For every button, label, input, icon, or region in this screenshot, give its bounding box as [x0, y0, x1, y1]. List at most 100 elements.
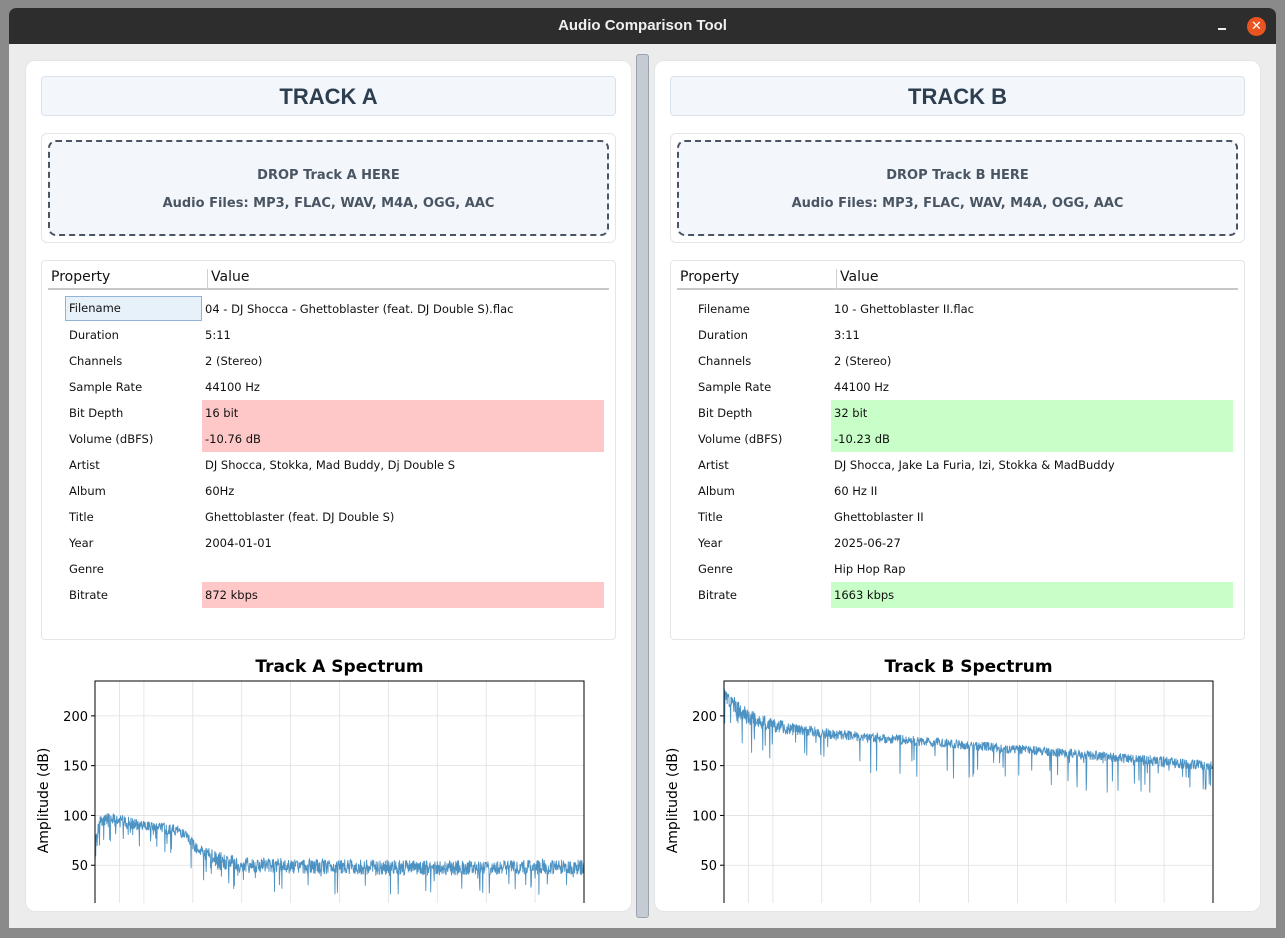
- property-cell[interactable]: Channels: [68, 348, 202, 374]
- value-cell[interactable]: -10.76 dB: [202, 426, 604, 452]
- property-cell[interactable]: Album: [697, 478, 831, 504]
- chart-title: Track B Spectrum: [884, 657, 1052, 677]
- property-cell[interactable]: Title: [697, 504, 831, 530]
- value-cell[interactable]: DJ Shocca, Stokka, Mad Buddy, Dj Double …: [202, 452, 604, 478]
- drop-zone-title: DROP Track A HERE: [257, 168, 400, 183]
- track-a-spectrum: Track A Spectrum01k2k4k6k8k10k12k14k16k1…: [26, 648, 633, 903]
- property-cell[interactable]: Artist: [68, 452, 202, 478]
- value-cell[interactable]: 16 bit: [202, 400, 604, 426]
- table-row[interactable]: Sample Rate 44100 Hz: [671, 374, 1246, 400]
- property-cell[interactable]: Album: [68, 478, 202, 504]
- property-cell[interactable]: Title: [68, 504, 202, 530]
- value-cell[interactable]: 44100 Hz: [202, 374, 604, 400]
- y-tick-label: 100: [63, 809, 88, 824]
- property-cell[interactable]: Artist: [697, 452, 831, 478]
- property-cell[interactable]: Duration: [697, 322, 831, 348]
- table-row[interactable]: Filename 04 - DJ Shocca - Ghettoblaster (…: [42, 296, 617, 322]
- table-row[interactable]: Bit Depth 16 bit: [42, 400, 617, 426]
- table-row[interactable]: Year 2004-01-01: [42, 530, 617, 556]
- value-cell[interactable]: 32 bit: [831, 400, 1233, 426]
- track-b-properties-table: Property Value Filename 10 - Ghettoblaste…: [670, 260, 1245, 640]
- property-cell[interactable]: Filename: [697, 296, 831, 322]
- value-cell[interactable]: 60Hz: [202, 478, 604, 504]
- value-cell[interactable]: 10 - Ghettoblaster II.flac: [831, 296, 1233, 322]
- value-cell[interactable]: [202, 556, 604, 582]
- y-tick-label: 150: [692, 760, 717, 775]
- table-row[interactable]: Bitrate 872 kbps: [42, 582, 617, 608]
- table-row[interactable]: Channels 2 (Stereo): [42, 348, 617, 374]
- table-row[interactable]: Title Ghettoblaster II: [671, 504, 1246, 530]
- value-cell[interactable]: 2 (Stereo): [202, 348, 604, 374]
- table-row[interactable]: Channels 2 (Stereo): [671, 348, 1246, 374]
- property-cell[interactable]: Sample Rate: [68, 374, 202, 400]
- table-row[interactable]: Title Ghettoblaster (feat. DJ Double S): [42, 504, 617, 530]
- track-a-drop-container: DROP Track A HERE Audio Files: MP3, FLAC…: [41, 133, 616, 243]
- property-cell[interactable]: Bit Depth: [697, 400, 831, 426]
- close-button[interactable]: ✕: [1247, 17, 1266, 36]
- value-cell[interactable]: 3:11: [831, 322, 1233, 348]
- table-row[interactable]: Album 60Hz: [42, 478, 617, 504]
- table-row[interactable]: Bitrate 1663 kbps: [671, 582, 1246, 608]
- column-header-property[interactable]: Property: [48, 269, 208, 290]
- table-row[interactable]: Bit Depth 32 bit: [671, 400, 1246, 426]
- property-cell[interactable]: Filename: [65, 296, 202, 321]
- table-row[interactable]: Artist DJ Shocca, Stokka, Mad Buddy, Dj D…: [42, 452, 617, 478]
- app-window: Audio Comparison Tool ✕ TRACK A DROP Tra…: [9, 8, 1276, 928]
- table-row[interactable]: Genre Hip Hop Rap: [671, 556, 1246, 582]
- table-header: Property Value: [677, 267, 1238, 290]
- value-cell[interactable]: DJ Shocca, Jake La Furia, Izi, Stokka & …: [831, 452, 1233, 478]
- column-header-value[interactable]: Value: [211, 269, 249, 285]
- value-cell[interactable]: Hip Hop Rap: [831, 556, 1233, 582]
- column-header-value[interactable]: Value: [840, 269, 878, 285]
- property-cell[interactable]: Channels: [697, 348, 831, 374]
- y-tick-label: 100: [692, 809, 717, 824]
- property-cell[interactable]: Bitrate: [68, 582, 202, 608]
- table-row[interactable]: Sample Rate 44100 Hz: [42, 374, 617, 400]
- value-cell[interactable]: 60 Hz II: [831, 478, 1233, 504]
- y-tick-label: 200: [692, 710, 717, 725]
- track-a-drop-zone[interactable]: DROP Track A HERE Audio Files: MP3, FLAC…: [48, 140, 609, 236]
- property-cell[interactable]: Genre: [68, 556, 202, 582]
- track-b-header: TRACK B: [670, 76, 1245, 116]
- table-row[interactable]: Volume (dBFS) -10.76 dB: [42, 426, 617, 452]
- value-cell[interactable]: Ghettoblaster (feat. DJ Double S): [202, 504, 604, 530]
- property-cell[interactable]: Sample Rate: [697, 374, 831, 400]
- chart-title: Track A Spectrum: [255, 657, 423, 677]
- property-cell[interactable]: Volume (dBFS): [697, 426, 831, 452]
- property-cell[interactable]: Year: [68, 530, 202, 556]
- value-cell[interactable]: Ghettoblaster II: [831, 504, 1233, 530]
- table-row[interactable]: Duration 5:11: [42, 322, 617, 348]
- table-rows: Filename 10 - Ghettoblaster II.flac Durati…: [671, 296, 1246, 608]
- table-row[interactable]: Volume (dBFS) -10.23 dB: [671, 426, 1246, 452]
- title-bar[interactable]: Audio Comparison Tool ✕: [9, 8, 1276, 44]
- property-cell[interactable]: Year: [697, 530, 831, 556]
- table-row[interactable]: Album 60 Hz II: [671, 478, 1246, 504]
- table-row[interactable]: Year 2025-06-27: [671, 530, 1246, 556]
- value-cell[interactable]: 2004-01-01: [202, 530, 604, 556]
- table-header: Property Value: [48, 267, 609, 290]
- property-cell[interactable]: Duration: [68, 322, 202, 348]
- minimize-button[interactable]: [1214, 18, 1230, 34]
- y-tick-label: 200: [63, 710, 88, 725]
- value-cell[interactable]: 04 - DJ Shocca - Ghettoblaster (feat. DJ…: [202, 296, 604, 322]
- value-cell[interactable]: 1663 kbps: [831, 582, 1233, 608]
- value-cell[interactable]: 5:11: [202, 322, 604, 348]
- table-row[interactable]: Filename 10 - Ghettoblaster II.flac: [671, 296, 1246, 322]
- track-a-properties-table: Property Value Filename 04 - DJ Shocca - …: [41, 260, 616, 640]
- property-cell[interactable]: Bit Depth: [68, 400, 202, 426]
- table-row[interactable]: Artist DJ Shocca, Jake La Furia, Izi, Sto…: [671, 452, 1246, 478]
- value-cell[interactable]: 872 kbps: [202, 582, 604, 608]
- table-row[interactable]: Duration 3:11: [671, 322, 1246, 348]
- track-a-header: TRACK A: [41, 76, 616, 116]
- property-cell[interactable]: Volume (dBFS): [68, 426, 202, 452]
- value-cell[interactable]: 2 (Stereo): [831, 348, 1233, 374]
- property-cell[interactable]: Bitrate: [697, 582, 831, 608]
- value-cell[interactable]: 2025-06-27: [831, 530, 1233, 556]
- value-cell[interactable]: 44100 Hz: [831, 374, 1233, 400]
- panel-splitter[interactable]: [636, 54, 649, 918]
- value-cell[interactable]: -10.23 dB: [831, 426, 1233, 452]
- table-row[interactable]: Genre: [42, 556, 617, 582]
- track-b-drop-zone[interactable]: DROP Track B HERE Audio Files: MP3, FLAC…: [677, 140, 1238, 236]
- column-header-property[interactable]: Property: [677, 269, 837, 290]
- property-cell[interactable]: Genre: [697, 556, 831, 582]
